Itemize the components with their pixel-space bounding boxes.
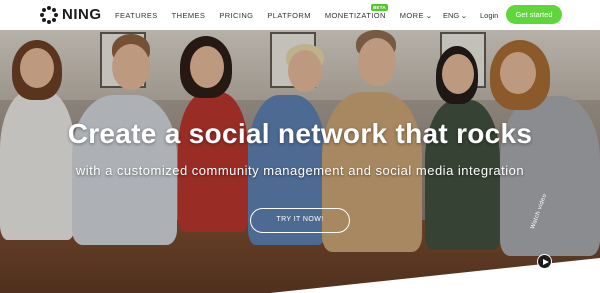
nav-themes[interactable]: THEMES: [172, 11, 206, 20]
nav-pricing[interactable]: PRICING: [219, 11, 253, 20]
get-started-button[interactable]: Get started: [506, 5, 562, 24]
ning-logo[interactable]: NING: [40, 6, 102, 24]
main-nav: FEATURES THEMES PRICING PLATFORM MONETIZ…: [115, 4, 446, 20]
hero-title: Create a social network that rocks: [67, 118, 533, 149]
nav-platform[interactable]: PLATFORM: [267, 11, 310, 20]
chevron-down-icon: ⌄: [460, 13, 468, 20]
nav-monetization-label: MONETIZATION: [324, 11, 386, 20]
top-nav-bar: NING FEATURES THEMES PRICING PLATFORM MO…: [0, 0, 600, 30]
chevron-down-icon: ⌄: [425, 13, 433, 20]
login-link[interactable]: Login: [480, 11, 498, 20]
ning-logo-icon: [40, 6, 58, 24]
try-it-now-button[interactable]: TRY IT NOW!: [250, 208, 350, 233]
nav-features[interactable]: FEATURES: [115, 11, 158, 20]
hero-section: Create a social network that rocks with …: [0, 30, 600, 293]
language-select[interactable]: ENG⌄: [443, 11, 468, 20]
hero-subtitle: with a customized community management a…: [75, 163, 525, 178]
nav-more-label: MORE: [399, 11, 424, 20]
play-icon[interactable]: [537, 254, 552, 269]
logo-text: NING: [62, 6, 102, 23]
language-label: ENG: [443, 11, 460, 20]
hero-overlay: [0, 30, 600, 293]
beta-badge: BETA: [371, 4, 388, 11]
nav-monetization[interactable]: MONETIZATION BETA: [324, 4, 388, 20]
nav-more[interactable]: MORE⌄: [399, 11, 433, 20]
